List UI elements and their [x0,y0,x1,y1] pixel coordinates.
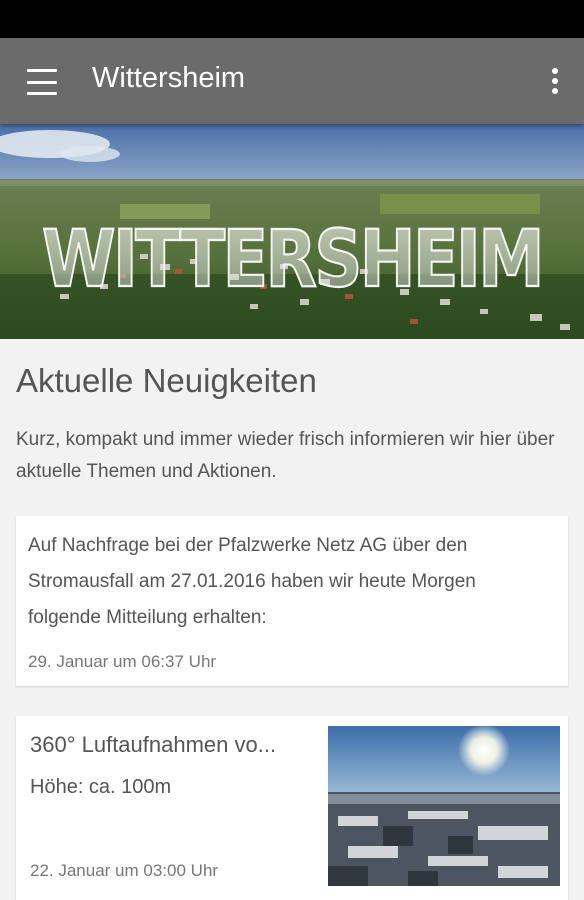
hero-banner: WITTERSHEIM [0,124,584,339]
section-description: Kurz, kompakt und immer wieder frisch in… [16,429,555,482]
hero-aerial-image: WITTERSHEIM [0,124,584,339]
news-card-subtitle: Höhe: ca. 100m [30,776,172,798]
news-card[interactable]: 360° Luftaufnahmen vo... Höhe: ca. 100m … [16,716,568,900]
news-card-date: 22. Januar um 03:00 Uhr [30,861,219,880]
news-card[interactable]: Auf Nachfrage bei der Pfalzwerke Netz AG… [16,516,568,686]
news-card-title: 360° Luftaufnahmen vo... [30,732,277,757]
news-card-date: 29. Januar um 06:37 Uhr [28,652,217,671]
hero-logo-text: WITTERSHEIM [42,215,542,305]
app-title: Wittersheim [92,62,246,94]
app-bar: Wittersheim [0,38,584,124]
news-card-text: Auf Nachfrage bei der Pfalzwerke Netz AG… [28,535,476,628]
status-bar [0,0,584,38]
more-vert-icon[interactable] [548,64,562,98]
news-card-thumbnail [328,726,560,886]
section-title: Aktuelle Neuigkeiten [16,362,317,399]
hamburger-menu-icon[interactable] [24,66,60,98]
